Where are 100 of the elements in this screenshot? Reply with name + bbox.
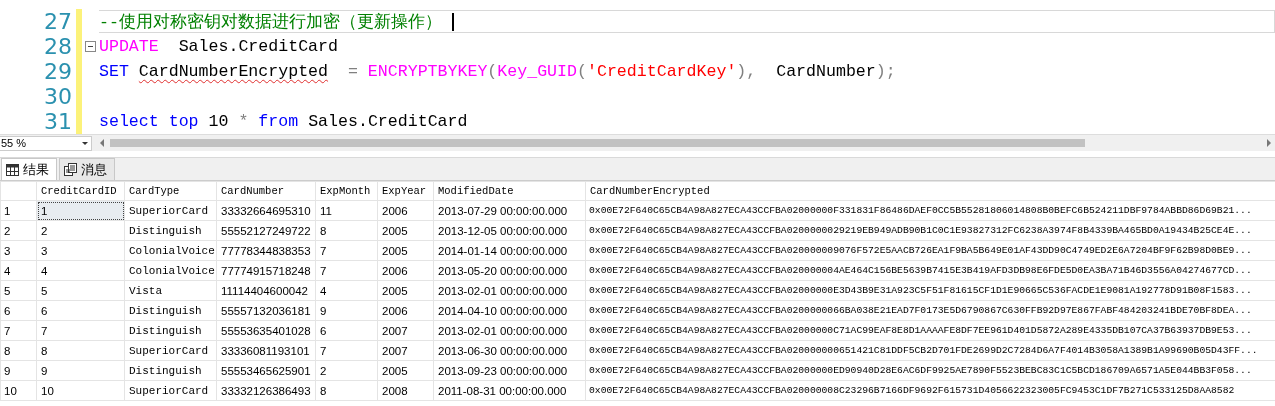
row-number[interactable]: 7 [0,320,37,341]
table-cell[interactable]: 2007 [377,340,434,361]
table-cell[interactable]: 33332664695310 [216,200,316,221]
table-cell[interactable]: 9 [315,300,378,321]
table-cell[interactable]: 33332126386493 [216,380,316,401]
code-identifier: CardNumberEncrypted [138,62,329,81]
table-cell[interactable]: 10 [36,380,125,401]
table-cell[interactable]: 2006 [377,260,434,281]
table-cell[interactable]: 55553465625901 [216,360,316,381]
table-cell[interactable]: Distinguish [124,220,217,241]
table-cell[interactable]: 4 [36,260,125,281]
code-operator: ); [875,62,896,81]
scroll-right-icon[interactable] [1267,139,1271,147]
code-operator: * [238,112,249,131]
column-header[interactable]: CardNumberEncrypted [585,181,1275,201]
table-cell[interactable]: 2014-04-10 00:00:00.000 [433,300,586,321]
table-cell[interactable]: 2006 [377,200,434,221]
code-operator: ( [577,62,587,81]
table-cell[interactable]: SuperiorCard [124,380,217,401]
code-text: Sales.CreditCard [308,112,468,131]
table-cell[interactable]: 2014-01-14 00:00:00.000 [433,240,586,261]
table-cell[interactable]: 7 [36,320,125,341]
table-cell[interactable]: 2006 [377,300,434,321]
result-tab[interactable]: 结果 [1,158,57,180]
table-cell[interactable]: 2013-12-05 00:00:00.000 [433,220,586,241]
line-number: 28 [43,34,72,59]
table-cell[interactable]: Vista [124,280,217,301]
table-cell[interactable]: 8 [315,220,378,241]
table-cell[interactable]: 5 [36,280,125,301]
column-header[interactable]: ModifiedDate [433,181,586,201]
table-cell[interactable]: 2 [315,360,378,381]
table-cell[interactable]: Distinguish [124,300,217,321]
table-cell[interactable]: 2008 [377,380,434,401]
table-cell[interactable]: 2013-05-20 00:00:00.000 [433,260,586,281]
table-cell[interactable]: 2013-06-30 00:00:00.000 [433,340,586,361]
code-operator: ), [736,62,757,81]
table-cell[interactable]: 7 [315,340,378,361]
table-cell[interactable]: 2013-02-01 00:00:00.000 [433,280,586,301]
row-number[interactable]: 4 [0,260,37,281]
sql-function: ENCRYPTBYKEY [367,62,488,81]
table-cell[interactable]: 2013-09-23 00:00:00.000 [433,360,586,381]
table-cell[interactable]: ColonialVoice [124,240,217,261]
sql-keyword: select top [99,112,199,131]
row-number[interactable]: 8 [0,340,37,361]
line-number: 29 [43,59,72,84]
row-number[interactable]: 1 [0,200,37,221]
row-number[interactable]: 5 [0,280,37,301]
table-cell[interactable]: 2 [36,220,125,241]
table-cell[interactable]: 7 [315,240,378,261]
row-number[interactable]: 6 [0,300,37,321]
table-cell[interactable]: 2011-08-31 00:00:00.000 [433,380,586,401]
collapse-icon[interactable] [85,41,96,52]
table-cell[interactable]: 77774915718248 [216,260,316,281]
table-cell[interactable]: 11 [315,200,378,221]
row-number[interactable]: 10 [0,380,37,401]
table-cell[interactable]: 77778344838353 [216,240,316,261]
table-cell[interactable]: 2013-02-01 00:00:00.000 [433,320,586,341]
table-cell[interactable]: 2005 [377,220,434,241]
caret-icon [82,141,88,145]
table-cell[interactable]: 9 [36,360,125,381]
table-cell[interactable]: 3 [36,240,125,261]
table-cell[interactable]: 55552127249722 [216,220,316,241]
line-number: 31 [43,109,72,134]
row-number[interactable]: 3 [0,240,37,261]
table-cell[interactable]: 6 [315,320,378,341]
sql-keyword: from [258,112,299,131]
table-cell[interactable]: 2005 [377,240,434,261]
table-cell[interactable]: 8 [36,340,125,361]
table-cell[interactable]: 7 [315,260,378,281]
column-header[interactable]: CreditCardID [36,181,125,201]
zoom-dropdown[interactable]: 55 % [0,135,92,151]
table-cell[interactable]: 33336081193101 [216,340,316,361]
table-cell[interactable]: 2007 [377,320,434,341]
table-cell[interactable]: 6 [36,300,125,321]
row-number[interactable]: 2 [0,220,37,241]
scrollbar-thumb[interactable] [110,139,1085,147]
table-cell[interactable]: ColonialVoice [124,260,217,281]
table-cell[interactable]: SuperiorCard [124,340,217,361]
code-text: Sales.CreditCard [177,37,338,56]
column-header[interactable]: CardType [124,181,217,201]
column-header[interactable]: CardNumber [216,181,316,201]
table-cell[interactable]: 8 [315,380,378,401]
result-tab[interactable]: 消息 [59,158,115,180]
table-cell[interactable]: 2005 [377,280,434,301]
code-operator: ( [487,62,498,81]
table-cell[interactable]: 2005 [377,360,434,381]
table-cell[interactable]: 4 [315,280,378,301]
scroll-left-icon[interactable] [100,139,104,147]
table-cell[interactable]: 11114404600042 [216,280,316,301]
column-header[interactable]: ExpYear [377,181,434,201]
table-cell[interactable]: Distinguish [124,320,217,341]
column-header[interactable]: ExpMonth [315,181,378,201]
table-cell[interactable]: 55557132036181 [216,300,316,321]
sql-function: Key_GUID [497,62,577,81]
table-cell[interactable]: Distinguish [124,360,217,381]
table-cell[interactable]: 55553635401028 [216,320,316,341]
table-cell[interactable]: SuperiorCard [124,200,217,221]
string-literal: 'CreditCardKey' [586,62,737,81]
table-cell[interactable]: 2013-07-29 00:00:00.000 [433,200,586,221]
row-number[interactable]: 9 [0,360,37,381]
